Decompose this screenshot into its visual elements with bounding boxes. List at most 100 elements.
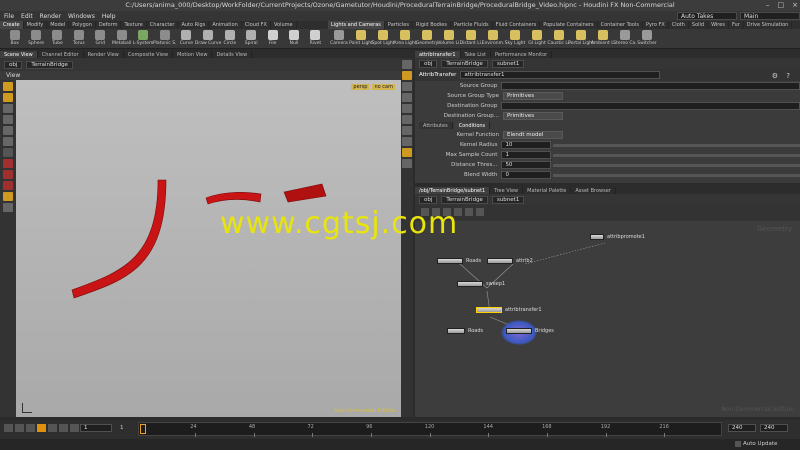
tool-caustic-li[interactable]: Caustic Li. <box>547 29 571 48</box>
node-name-field[interactable]: attribtransfer1 <box>460 71 661 79</box>
menu-windows[interactable]: Windows <box>68 13 95 20</box>
tool-l-system[interactable]: L-System <box>132 29 153 48</box>
magnet-icon[interactable] <box>3 203 13 212</box>
menu-help[interactable]: Help <box>102 13 116 20</box>
brush-icon[interactable] <box>3 181 13 190</box>
shelf-tab-lights-and-cameras[interactable]: Lights and Cameras <box>328 21 385 29</box>
tool-gi-light[interactable]: GI Light <box>526 29 548 48</box>
display-options-icon[interactable] <box>402 60 412 69</box>
shelf-tab-character[interactable]: Character <box>147 21 179 29</box>
tool-point-light[interactable]: Point Light <box>349 29 373 48</box>
param-slider[interactable] <box>552 163 800 167</box>
shelf-tab-particles[interactable]: Particles <box>385 21 413 29</box>
current-frame-field[interactable]: 1 <box>80 424 112 432</box>
shelf-tab-wires[interactable]: Wires <box>708 21 729 29</box>
handle-tool-icon[interactable] <box>3 126 13 135</box>
step-back-icon[interactable] <box>15 424 24 432</box>
shelf-tab-animation[interactable]: Animation <box>209 21 242 29</box>
end-frame-field-2[interactable]: 240 <box>760 424 788 432</box>
tab-obj-terrainbridge-subnet1[interactable]: /obj/TerrainBridge/subnet1 <box>415 187 491 194</box>
jump-start-icon[interactable] <box>4 424 13 432</box>
shelf-tab-auto-rigs[interactable]: Auto Rigs <box>178 21 210 29</box>
select-tool-icon[interactable] <box>3 82 13 91</box>
play-reverse-icon[interactable] <box>26 424 35 432</box>
tab-render-view[interactable]: Render View <box>84 51 124 58</box>
param-text-field[interactable] <box>501 82 800 90</box>
tab-tree-view[interactable]: Tree View <box>490 187 524 194</box>
tab-conditions[interactable]: Conditions <box>454 122 491 129</box>
auto-update-control[interactable]: Auto Update <box>735 441 777 447</box>
path-obj[interactable]: obj <box>419 59 438 68</box>
tool-spot-light[interactable]: Spot Light <box>372 29 394 48</box>
tool-sky-light[interactable]: Sky Light <box>504 29 526 48</box>
tool-sphere[interactable]: Sphere <box>25 29 46 48</box>
jump-end-icon[interactable] <box>70 424 79 432</box>
ghost-icon[interactable] <box>402 148 412 157</box>
shelf-tab-fluid-containers[interactable]: Fluid Containers <box>493 21 541 29</box>
tool-spiral[interactable]: Spiral <box>241 29 262 48</box>
tool-circle[interactable]: Circle <box>219 29 240 48</box>
move-tool-icon[interactable] <box>3 93 13 102</box>
scale-tool-icon[interactable] <box>3 115 13 124</box>
tab-asset-browser[interactable]: Asset Browser <box>571 187 616 194</box>
maximize-button[interactable]: □ <box>778 1 785 9</box>
desktop-select[interactable]: Main <box>740 12 800 20</box>
tab-material-palette[interactable]: Material Palette <box>523 187 572 194</box>
minimize-button[interactable]: – <box>766 1 770 9</box>
param-text-field[interactable] <box>501 102 800 110</box>
auto-takes-button[interactable]: Auto Takes <box>677 12 737 20</box>
camera-icon[interactable] <box>402 137 412 146</box>
shelf-tab-polygon[interactable]: Polygon <box>69 21 96 29</box>
node-bridges[interactable]: Bridges <box>506 328 554 334</box>
path-terrainbridge[interactable]: TerrainBridge <box>441 195 488 204</box>
tool-volume-li[interactable]: Volume Li. <box>437 29 461 48</box>
shelf-tab-volume[interactable]: Volume <box>271 21 297 29</box>
visibility-icon[interactable] <box>402 159 412 168</box>
tool-null[interactable]: Null <box>283 29 304 48</box>
tool-file[interactable]: File <box>262 29 283 48</box>
tool-draw-curve[interactable]: Draw Curve <box>195 29 221 48</box>
wireframe-icon[interactable] <box>402 82 412 91</box>
param-number-field[interactable]: 10 <box>501 141 551 149</box>
lighting-icon[interactable] <box>402 71 412 80</box>
timeline-ruler[interactable]: 24 48 72 96 120 144 168 192 216 <box>138 422 722 437</box>
tool-environm[interactable]: Environm. <box>482 29 504 48</box>
node-attribtransfer1[interactable]: attribtransfer1 <box>476 307 542 313</box>
pose-tool-icon[interactable] <box>3 137 13 146</box>
shelf-tab-cloud-fx[interactable]: Cloud FX <box>242 21 271 29</box>
shelf-tab-drive-simulation[interactable]: Drive Simulation <box>744 21 793 29</box>
path-obj[interactable]: obj <box>4 60 23 69</box>
tool-metaball[interactable]: Metaball <box>111 29 132 48</box>
stop-icon[interactable] <box>37 424 46 432</box>
tool-area-light[interactable]: Area Light <box>393 29 417 48</box>
node-attribpromote1[interactable]: attribpromote1 <box>590 234 645 240</box>
path-subnet1[interactable]: subnet1 <box>491 195 525 204</box>
param-slider[interactable] <box>552 143 800 147</box>
points-icon[interactable] <box>402 104 412 113</box>
tool-tube[interactable]: Tube <box>47 29 68 48</box>
tool-portal-light[interactable]: Portal Light <box>568 29 594 48</box>
shelf-tab-populate-containers[interactable]: Populate Containers <box>540 21 598 29</box>
step-forward-icon[interactable] <box>59 424 68 432</box>
shaded-icon[interactable] <box>402 93 412 102</box>
close-button[interactable]: × <box>792 1 798 9</box>
tab-motion-view[interactable]: Motion View <box>173 51 213 58</box>
param-slider[interactable] <box>552 173 800 177</box>
grid-icon[interactable] <box>402 126 412 135</box>
menu-render[interactable]: Render <box>40 13 61 20</box>
network-tool-icon[interactable] <box>465 208 473 216</box>
shelf-tab-model[interactable]: Model <box>47 21 70 29</box>
tool-box[interactable]: Box <box>4 29 25 48</box>
normals-icon[interactable] <box>402 115 412 124</box>
shelf-tab-container-tools[interactable]: Container Tools <box>598 21 643 29</box>
tab-take-list[interactable]: Take List <box>461 51 491 58</box>
path-subnet1[interactable]: subnet1 <box>491 59 525 68</box>
param-number-field[interactable]: 0 <box>501 171 551 179</box>
shelf-tab-create[interactable]: Create <box>0 21 24 29</box>
tool-camera[interactable]: Camera <box>328 29 350 48</box>
tab-scene-view[interactable]: Scene View <box>0 51 38 58</box>
tool-switcher[interactable]: Switcher <box>636 29 658 48</box>
tool-stereo-ca[interactable]: Stereo Ca. <box>613 29 637 48</box>
param-dropdown[interactable]: Elendt model <box>503 131 563 139</box>
param-dropdown[interactable]: Primitives <box>503 92 563 100</box>
